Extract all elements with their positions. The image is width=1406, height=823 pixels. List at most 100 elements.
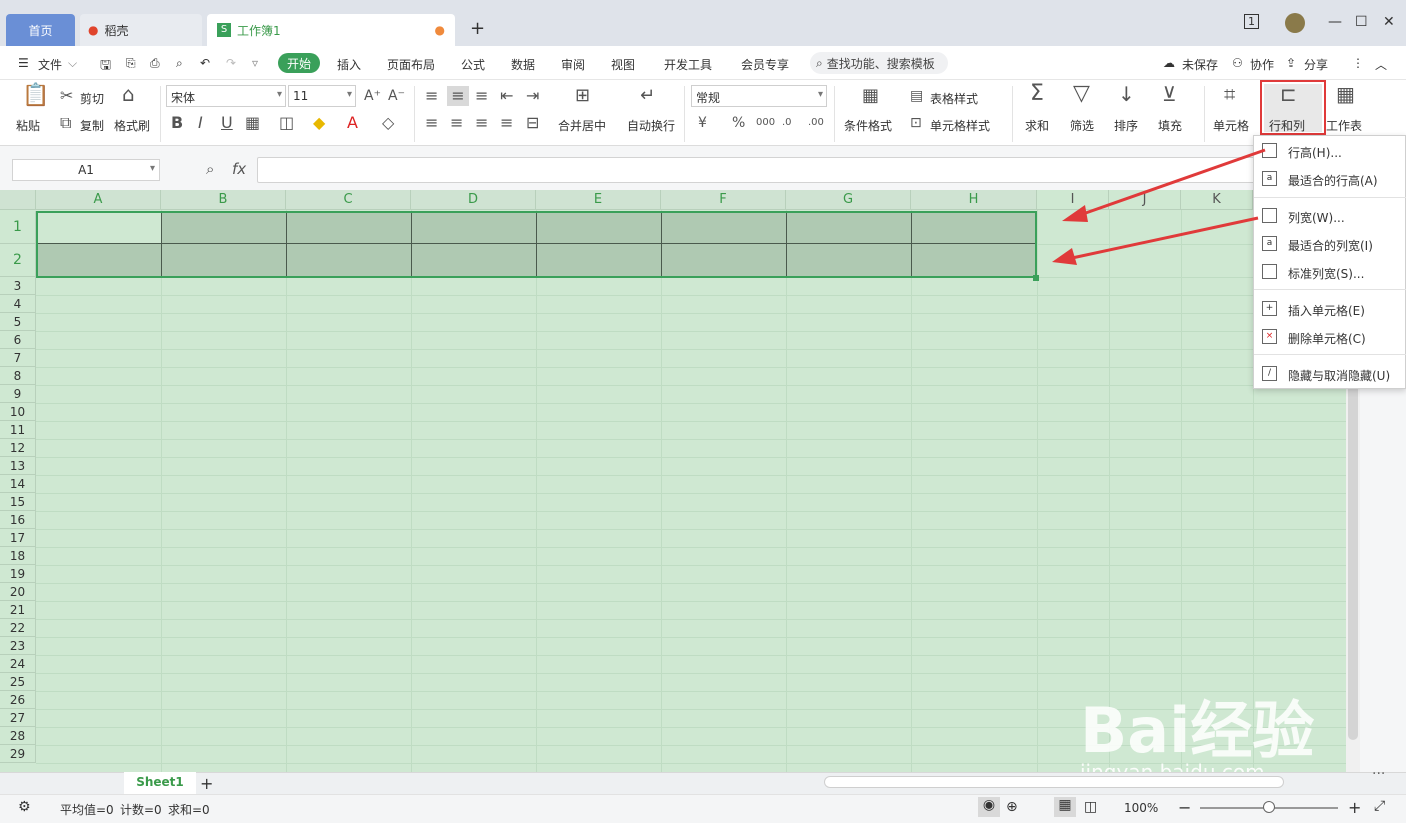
- fullscreen-icon[interactable]: ⤢: [1374, 798, 1385, 814]
- eraser-icon[interactable]: ◇: [382, 115, 394, 131]
- number-format-select[interactable]: 常规: [691, 85, 827, 107]
- undo-icon[interactable]: ↶: [200, 56, 210, 70]
- indent-decrease-icon[interactable]: ⇤: [500, 88, 513, 104]
- tab-workbook[interactable]: S 工作簿1 ●: [207, 14, 455, 46]
- row-header[interactable]: 22: [0, 619, 36, 637]
- menu-item-hide-unhide[interactable]: / 隐藏与取消隐藏(U): [1254, 361, 1406, 387]
- active-cell[interactable]: [38, 213, 161, 243]
- page-view-icon[interactable]: ◫: [1084, 799, 1097, 815]
- underline-icon[interactable]: U: [221, 115, 233, 131]
- row-header[interactable]: 24: [0, 655, 36, 673]
- fx-icon[interactable]: fx: [232, 161, 246, 177]
- hamburger-icon[interactable]: ☰: [18, 56, 29, 70]
- conditional-format-icon[interactable]: ▦: [862, 87, 879, 105]
- italic-icon[interactable]: I: [198, 115, 203, 131]
- row-header[interactable]: 10: [0, 403, 36, 421]
- table-style-button[interactable]: 表格样式: [930, 90, 978, 107]
- formula-input[interactable]: [257, 157, 1257, 183]
- row-header[interactable]: 20: [0, 583, 36, 601]
- cell-fill-format-icon[interactable]: ◫: [279, 115, 294, 131]
- save-icon[interactable]: 🖫: [100, 56, 111, 78]
- brush-icon[interactable]: ⌂: [122, 84, 135, 104]
- sheet-tab-active[interactable]: Sheet1: [124, 772, 196, 794]
- row-header[interactable]: 27: [0, 709, 36, 727]
- worksheet-button[interactable]: 工作表: [1326, 117, 1362, 134]
- row-header[interactable]: 21: [0, 601, 36, 619]
- col-header[interactable]: J: [1109, 190, 1181, 210]
- col-header[interactable]: E: [536, 190, 661, 210]
- distribute-icon[interactable]: ⊟: [526, 115, 539, 131]
- zoom-slider-thumb[interactable]: [1263, 801, 1275, 813]
- fill-handle[interactable]: [1033, 275, 1039, 281]
- menu-start[interactable]: 开始: [278, 53, 320, 73]
- wrap-text-button[interactable]: 自动换行: [627, 117, 675, 134]
- row-header[interactable]: 6: [0, 331, 36, 349]
- border-icon[interactable]: ▦: [245, 115, 260, 131]
- align-bottom-icon[interactable]: ≡: [475, 88, 488, 104]
- format-painter-icon[interactable]: ⎘: [126, 56, 136, 71]
- horizontal-scrollbar[interactable]: [824, 776, 1284, 788]
- row-header[interactable]: 1: [0, 211, 36, 244]
- cell-button[interactable]: 单元格: [1213, 117, 1249, 134]
- sigma-icon[interactable]: Σ: [1030, 83, 1044, 105]
- row-header[interactable]: 7: [0, 349, 36, 367]
- row-header[interactable]: 12: [0, 439, 36, 457]
- row-header[interactable]: 13: [0, 457, 36, 475]
- paste-icon[interactable]: 📋: [22, 85, 49, 107]
- col-header[interactable]: B: [161, 190, 286, 210]
- new-tab-button[interactable]: +: [470, 18, 485, 39]
- avatar[interactable]: [1285, 13, 1305, 33]
- normal-view-icon[interactable]: ▦: [1054, 797, 1076, 817]
- tab-daoke[interactable]: ● 稻壳: [80, 14, 202, 46]
- customize-icon[interactable]: ▿: [252, 56, 258, 70]
- add-sheet-button[interactable]: +: [200, 774, 213, 793]
- row-header[interactable]: 19: [0, 565, 36, 583]
- menu-item-autofit-row[interactable]: a 最适合的行高(A): [1254, 166, 1406, 192]
- row-header[interactable]: 28: [0, 727, 36, 745]
- zoom-in-icon[interactable]: +: [1348, 798, 1361, 817]
- merge-center-button[interactable]: 合并居中: [558, 117, 606, 134]
- wrap-icon[interactable]: ↵: [640, 87, 655, 105]
- row-header[interactable]: 3: [0, 277, 36, 295]
- font-color-icon[interactable]: A: [347, 115, 358, 131]
- collapse-ribbon-icon[interactable]: ︿: [1375, 56, 1387, 73]
- cell-style-button[interactable]: 单元格样式: [930, 117, 990, 134]
- fill-button[interactable]: 填充: [1158, 117, 1182, 134]
- redo-icon[interactable]: ↷: [226, 56, 236, 70]
- menu-item-standard-width[interactable]: 标准列宽(S)...: [1254, 259, 1406, 285]
- menu-file[interactable]: 文件: [38, 56, 62, 73]
- cell-style-icon[interactable]: ⊡: [910, 115, 922, 131]
- col-header[interactable]: C: [286, 190, 411, 210]
- justify-icon[interactable]: ≡: [500, 115, 513, 131]
- sum-button[interactable]: 求和: [1025, 117, 1049, 134]
- close-button[interactable]: ✕: [1383, 14, 1395, 30]
- scissors-icon[interactable]: ✂: [60, 88, 73, 104]
- unsaved-status[interactable]: 未保存: [1182, 56, 1218, 73]
- col-header[interactable]: I: [1037, 190, 1109, 210]
- bold-icon[interactable]: B: [171, 115, 183, 131]
- row-header[interactable]: 18: [0, 547, 36, 565]
- row-header[interactable]: 25: [0, 673, 36, 691]
- paste-button[interactable]: 粘贴: [16, 117, 40, 134]
- more-icon[interactable]: ⋮: [1352, 56, 1364, 70]
- print-icon[interactable]: ⎙: [150, 56, 160, 71]
- name-box[interactable]: A1: [12, 159, 160, 181]
- copy-button[interactable]: 复制: [80, 117, 104, 134]
- currency-icon[interactable]: ¥: [698, 115, 707, 131]
- decrease-decimal-icon[interactable]: .00: [808, 115, 824, 131]
- filter-icon[interactable]: ▽: [1073, 83, 1090, 105]
- font-name-select[interactable]: 宋体: [166, 85, 286, 107]
- menu-view[interactable]: 视图: [611, 56, 635, 73]
- maximize-button[interactable]: ☐: [1355, 14, 1368, 30]
- align-middle-icon[interactable]: ≡: [447, 86, 469, 106]
- row-header[interactable]: 29: [0, 745, 36, 763]
- menu-item-autofit-col[interactable]: a 最适合的列宽(I): [1254, 231, 1406, 257]
- row-header[interactable]: 9: [0, 385, 36, 403]
- row-header[interactable]: 15: [0, 493, 36, 511]
- search-box[interactable]: ⌕ 查找功能、搜索模板: [810, 52, 948, 74]
- cell-icon[interactable]: ⌗: [1224, 84, 1235, 104]
- sort-icon[interactable]: ↓: [1118, 84, 1135, 104]
- row-header[interactable]: 23: [0, 637, 36, 655]
- copy-icon[interactable]: ⧉: [60, 115, 71, 131]
- table-style-icon[interactable]: ▤: [910, 88, 923, 104]
